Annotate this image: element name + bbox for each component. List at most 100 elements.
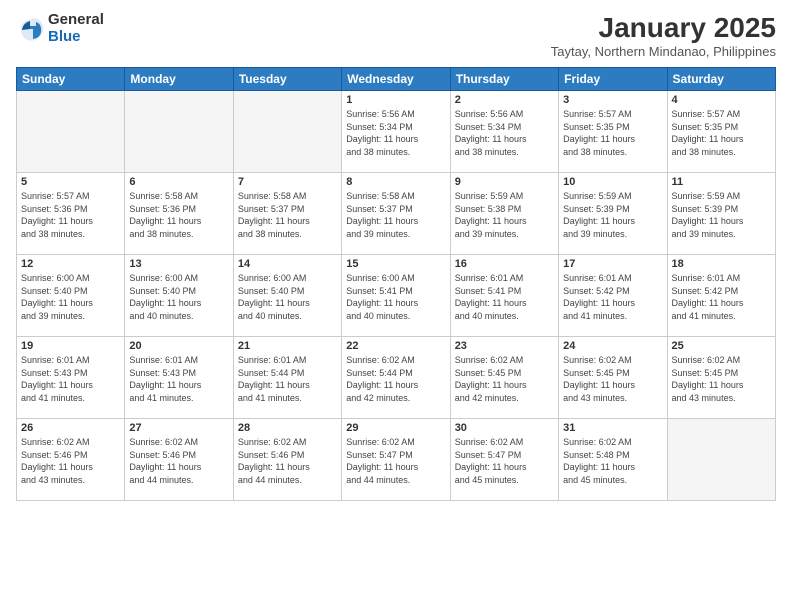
table-row: 27 Sunrise: 6:02 AM Sunset: 5:46 PM Dayli… xyxy=(125,419,233,501)
day-number: 1 xyxy=(346,94,445,106)
title-area: January 2025 Taytay, Northern Mindanao, … xyxy=(551,12,776,59)
day-number: 18 xyxy=(672,258,771,270)
table-row: 20Sunrise: 6:01 AM Sunset: 5:43 PM Dayli… xyxy=(125,337,233,419)
day-number: 8 xyxy=(346,176,445,188)
calendar-week-row: 1 Sunrise: 5:56 AM Sunset: 5:34 PM Daylig… xyxy=(17,91,776,173)
day-info: Sunrise: 5:57 AM Sunset: 5:35 PM Dayligh… xyxy=(672,108,771,158)
day-info: Sunrise: 5:59 AM Sunset: 5:39 PM Dayligh… xyxy=(672,190,771,240)
header-saturday: Saturday xyxy=(667,68,775,91)
calendar: Sunday Monday Tuesday Wednesday Thursday… xyxy=(16,67,776,501)
table-row: 3 Sunrise: 5:57 AM Sunset: 5:35 PM Daylig… xyxy=(559,91,667,173)
day-number: 12 xyxy=(21,258,120,270)
day-info: Sunrise: 5:58 AM Sunset: 5:36 PM Dayligh… xyxy=(129,190,228,240)
header-tuesday: Tuesday xyxy=(233,68,341,91)
day-number: 9 xyxy=(455,176,554,188)
header-sunday: Sunday xyxy=(17,68,125,91)
table-row: 28 Sunrise: 6:02 AM Sunset: 5:46 PM Dayli… xyxy=(233,419,341,501)
day-number: 11 xyxy=(672,176,771,188)
table-row: 10 Sunrise: 5:59 AM Sunset: 5:39 PM Dayli… xyxy=(559,173,667,255)
day-info: Sunrise: 6:02 AM Sunset: 5:47 PM Dayligh… xyxy=(455,436,554,486)
day-info: Sunrise: 6:02 AM Sunset: 5:45 PM Dayligh… xyxy=(455,354,554,404)
table-row: 22Sunrise: 6:02 AM Sunset: 5:44 PM Dayli… xyxy=(342,337,450,419)
day-number: 5 xyxy=(21,176,120,188)
day-number: 31 xyxy=(563,422,662,434)
logo-text: General Blue xyxy=(48,12,104,45)
weekday-header-row: Sunday Monday Tuesday Wednesday Thursday… xyxy=(17,68,776,91)
table-row: 7 Sunrise: 5:58 AM Sunset: 5:37 PM Daylig… xyxy=(233,173,341,255)
table-row: 26Sunrise: 6:02 AM Sunset: 5:46 PM Dayli… xyxy=(17,419,125,501)
location: Taytay, Northern Mindanao, Philippines xyxy=(551,44,776,59)
day-info: Sunrise: 6:02 AM Sunset: 5:46 PM Dayligh… xyxy=(21,436,120,486)
table-row xyxy=(17,91,125,173)
table-row: 23 Sunrise: 6:02 AM Sunset: 5:45 PM Dayli… xyxy=(450,337,558,419)
table-row: 8 Sunrise: 5:58 AM Sunset: 5:37 PM Daylig… xyxy=(342,173,450,255)
day-number: 3 xyxy=(563,94,662,106)
day-number: 25 xyxy=(672,340,771,352)
table-row: 6 Sunrise: 5:58 AM Sunset: 5:36 PM Daylig… xyxy=(125,173,233,255)
day-number: 27 xyxy=(129,422,228,434)
day-info: Sunrise: 5:56 AM Sunset: 5:34 PM Dayligh… xyxy=(346,108,445,158)
day-info: Sunrise: 6:01 AM Sunset: 5:43 PM Dayligh… xyxy=(21,354,120,404)
table-row: 18 Sunrise: 6:01 AM Sunset: 5:42 PM Dayli… xyxy=(667,255,775,337)
table-row: 14 Sunrise: 6:00 AM Sunset: 5:40 PM Dayli… xyxy=(233,255,341,337)
day-number: 4 xyxy=(672,94,771,106)
day-number: 13 xyxy=(129,258,228,270)
table-row xyxy=(125,91,233,173)
day-number: 7 xyxy=(238,176,337,188)
day-number: 2 xyxy=(455,94,554,106)
day-number: 19 xyxy=(21,340,120,352)
day-info: Sunrise: 5:59 AM Sunset: 5:38 PM Dayligh… xyxy=(455,190,554,240)
day-info: Sunrise: 6:02 AM Sunset: 5:45 PM Dayligh… xyxy=(672,354,771,404)
logo-icon xyxy=(16,14,46,44)
table-row: 5Sunrise: 5:57 AM Sunset: 5:36 PM Daylig… xyxy=(17,173,125,255)
day-number: 20 xyxy=(129,340,228,352)
day-number: 16 xyxy=(455,258,554,270)
table-row: 30Sunrise: 6:02 AM Sunset: 5:47 PM Dayli… xyxy=(450,419,558,501)
table-row: 24Sunrise: 6:02 AM Sunset: 5:45 PM Dayli… xyxy=(559,337,667,419)
day-info: Sunrise: 6:02 AM Sunset: 5:48 PM Dayligh… xyxy=(563,436,662,486)
logo-general-text: General xyxy=(48,12,104,29)
day-info: Sunrise: 5:57 AM Sunset: 5:35 PM Dayligh… xyxy=(563,108,662,158)
logo-blue-text: Blue xyxy=(48,29,104,46)
day-info: Sunrise: 6:02 AM Sunset: 5:45 PM Dayligh… xyxy=(563,354,662,404)
day-info: Sunrise: 6:00 AM Sunset: 5:40 PM Dayligh… xyxy=(238,272,337,322)
table-row: 15 Sunrise: 6:00 AM Sunset: 5:41 PM Dayli… xyxy=(342,255,450,337)
header-thursday: Thursday xyxy=(450,68,558,91)
header-friday: Friday xyxy=(559,68,667,91)
day-number: 17 xyxy=(563,258,662,270)
day-info: Sunrise: 6:01 AM Sunset: 5:44 PM Dayligh… xyxy=(238,354,337,404)
day-info: Sunrise: 6:01 AM Sunset: 5:41 PM Dayligh… xyxy=(455,272,554,322)
table-row: 9 Sunrise: 5:59 AM Sunset: 5:38 PM Daylig… xyxy=(450,173,558,255)
logo: General Blue xyxy=(16,12,104,45)
table-row xyxy=(667,419,775,501)
table-row xyxy=(233,91,341,173)
day-number: 6 xyxy=(129,176,228,188)
table-row: 11 Sunrise: 5:59 AM Sunset: 5:39 PM Dayli… xyxy=(667,173,775,255)
page: General Blue January 2025 Taytay, Northe… xyxy=(0,0,792,612)
day-number: 10 xyxy=(563,176,662,188)
calendar-week-row: 19 Sunrise: 6:01 AM Sunset: 5:43 PM Dayli… xyxy=(17,337,776,419)
day-info: Sunrise: 6:01 AM Sunset: 5:42 PM Dayligh… xyxy=(672,272,771,322)
day-info: Sunrise: 6:00 AM Sunset: 5:41 PM Dayligh… xyxy=(346,272,445,322)
day-info: Sunrise: 5:58 AM Sunset: 5:37 PM Dayligh… xyxy=(238,190,337,240)
day-number: 28 xyxy=(238,422,337,434)
header: General Blue January 2025 Taytay, Northe… xyxy=(16,12,776,59)
table-row: 31 Sunrise: 6:02 AM Sunset: 5:48 PM Dayli… xyxy=(559,419,667,501)
table-row: 25 Sunrise: 6:02 AM Sunset: 5:45 PM Dayli… xyxy=(667,337,775,419)
day-number: 15 xyxy=(346,258,445,270)
day-number: 23 xyxy=(455,340,554,352)
day-info: Sunrise: 5:56 AM Sunset: 5:34 PM Dayligh… xyxy=(455,108,554,158)
table-row: 2 Sunrise: 5:56 AM Sunset: 5:34 PM Daylig… xyxy=(450,91,558,173)
table-row: 12Sunrise: 6:00 AM Sunset: 5:40 PM Dayli… xyxy=(17,255,125,337)
day-info: Sunrise: 5:59 AM Sunset: 5:39 PM Dayligh… xyxy=(563,190,662,240)
day-info: Sunrise: 6:02 AM Sunset: 5:47 PM Dayligh… xyxy=(346,436,445,486)
day-info: Sunrise: 6:00 AM Sunset: 5:40 PM Dayligh… xyxy=(129,272,228,322)
day-number: 14 xyxy=(238,258,337,270)
table-row: 21Sunrise: 6:01 AM Sunset: 5:44 PM Dayli… xyxy=(233,337,341,419)
day-info: Sunrise: 6:02 AM Sunset: 5:46 PM Dayligh… xyxy=(129,436,228,486)
day-number: 22 xyxy=(346,340,445,352)
day-info: Sunrise: 5:58 AM Sunset: 5:37 PM Dayligh… xyxy=(346,190,445,240)
table-row: 17Sunrise: 6:01 AM Sunset: 5:42 PM Dayli… xyxy=(559,255,667,337)
table-row: 19 Sunrise: 6:01 AM Sunset: 5:43 PM Dayli… xyxy=(17,337,125,419)
day-info: Sunrise: 6:02 AM Sunset: 5:46 PM Dayligh… xyxy=(238,436,337,486)
